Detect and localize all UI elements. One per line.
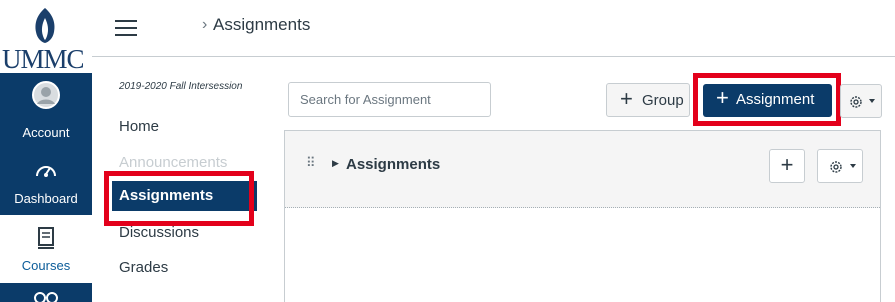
breadcrumb-current[interactable]: Assignments [213, 15, 310, 35]
chevron-down-icon [869, 99, 875, 103]
course-term: 2019-2020 Fall Intersession [119, 81, 243, 92]
search-input[interactable]: Search for Assignment [288, 82, 491, 117]
chevron-down-icon [850, 164, 856, 168]
top-header: › Assignments [92, 0, 895, 57]
account-label: Account [22, 125, 70, 140]
courses-icon [38, 227, 54, 249]
plus-icon: + [620, 86, 633, 111]
assignment-group: ⠿ ▶ Assignments + [284, 130, 881, 302]
course-nav-grades[interactable]: Grades [119, 259, 168, 276]
global-nav-dashboard[interactable]: Dashboard [0, 147, 92, 215]
breadcrumb-separator: › [202, 16, 208, 33]
global-nav-account[interactable]: Account [0, 79, 92, 147]
add-group-button[interactable]: + Group [606, 83, 690, 117]
drag-handle-icon[interactable]: ⠿ [306, 156, 315, 169]
add-assignment-button[interactable]: + Assignment [703, 84, 832, 117]
add-assignment-label: Assignment [736, 91, 815, 108]
course-nav-home[interactable]: Home [119, 118, 159, 135]
highlight-box-assignments-nav [104, 171, 254, 226]
global-nav-more[interactable] [0, 283, 92, 302]
group-settings-button[interactable] [817, 149, 863, 183]
global-nav: UMMC Account Dashboard Courses [0, 0, 92, 302]
hamburger-menu-icon[interactable] [115, 20, 137, 38]
collapse-caret-icon[interactable]: ▶ [332, 158, 339, 169]
course-nav-discussions[interactable]: Discussions [119, 224, 199, 241]
ummc-flame-icon [35, 8, 55, 43]
dashboard-icon [36, 166, 56, 177]
account-icon [32, 81, 60, 109]
ummc-logo[interactable]: UMMC [0, 0, 92, 74]
settings-menu-button[interactable] [840, 84, 882, 118]
assignment-group-title[interactable]: Assignments [346, 156, 440, 173]
add-assignment-to-group-button[interactable]: + [769, 149, 805, 183]
logo-text: UMMC [2, 44, 85, 74]
plus-icon: + [716, 85, 729, 110]
add-group-label: Group [642, 92, 684, 109]
groups-icon [34, 292, 58, 302]
course-nav-announcements[interactable]: Announcements [119, 154, 227, 171]
global-nav-courses[interactable]: Courses [0, 215, 92, 283]
gear-icon [850, 96, 862, 108]
gear-icon [830, 161, 842, 173]
assignment-group-header[interactable]: ⠿ ▶ Assignments + [285, 131, 880, 208]
dashboard-label: Dashboard [14, 191, 78, 206]
courses-label: Courses [21, 258, 71, 273]
